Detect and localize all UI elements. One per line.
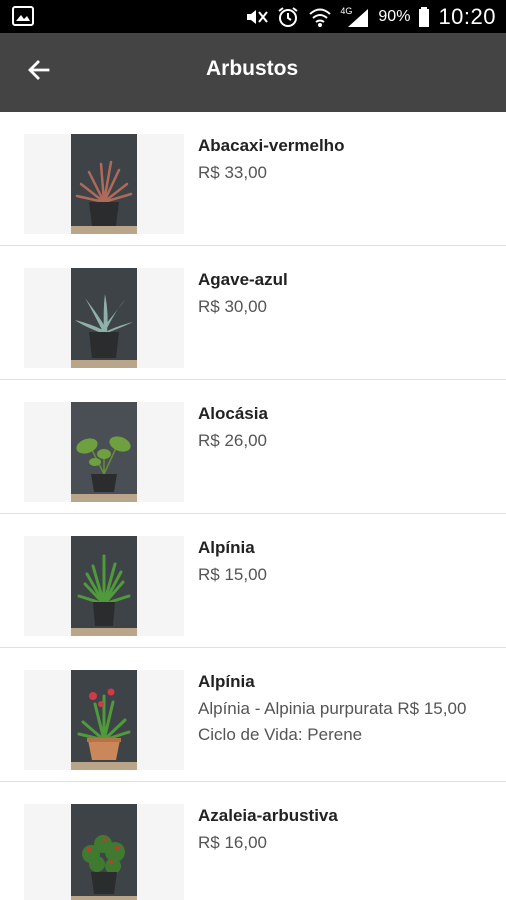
battery-icon [418, 6, 430, 28]
product-name: Azaleia-arbustiva [198, 806, 338, 825]
product-photo [24, 670, 184, 770]
product-name: Agave-azul [198, 270, 288, 289]
product-name: Abacaxi-vermelho [198, 136, 345, 155]
battery-percent: 90% [378, 7, 411, 25]
back-button[interactable] [14, 47, 64, 97]
page-title: Arbustos [206, 57, 299, 80]
product-price: R$ 33,00 [198, 163, 267, 182]
product-list: Abacaxi-vermelho R$ 33,00 Agave-azul R$ … [0, 112, 506, 900]
mute-icon [244, 6, 269, 28]
signal-icon: 4G [340, 6, 370, 28]
product-price: R$ 30,00 [198, 297, 267, 316]
product-price: R$ 15,00 [198, 565, 267, 584]
arrow-left-icon [26, 57, 52, 88]
product-photo [24, 134, 184, 234]
product-photo [24, 804, 184, 900]
list-item[interactable]: Abacaxi-vermelho R$ 33,00 [0, 112, 506, 246]
product-price: R$ 16,00 [198, 833, 267, 852]
product-name: Alpínia [198, 672, 255, 691]
list-item[interactable]: Azaleia-arbustiva R$ 16,00 [0, 782, 506, 900]
wifi-icon [308, 6, 332, 28]
image-notification-icon [12, 6, 34, 26]
list-item[interactable]: Alpínia R$ 15,00 [0, 514, 506, 648]
product-photo [24, 402, 184, 502]
product-photo [24, 268, 184, 368]
app-bar: Arbustos [0, 33, 506, 112]
clock: 10:20 [438, 3, 496, 29]
list-item[interactable]: Alpínia Alpínia - Alpinia purpurata R$ 1… [0, 648, 506, 782]
list-item[interactable]: Alocásia R$ 26,00 [0, 380, 506, 514]
product-price: R$ 26,00 [198, 431, 267, 450]
product-name: Alocásia [198, 404, 268, 423]
product-description: Alpínia - Alpinia purpurata R$ 15,00 Cic… [198, 699, 467, 744]
alarm-icon [276, 6, 300, 28]
status-bar: 4G 90% 10:20 [0, 0, 506, 33]
product-photo [24, 536, 184, 636]
list-item[interactable]: Agave-azul R$ 30,00 [0, 246, 506, 380]
product-name: Alpínia [198, 538, 255, 557]
